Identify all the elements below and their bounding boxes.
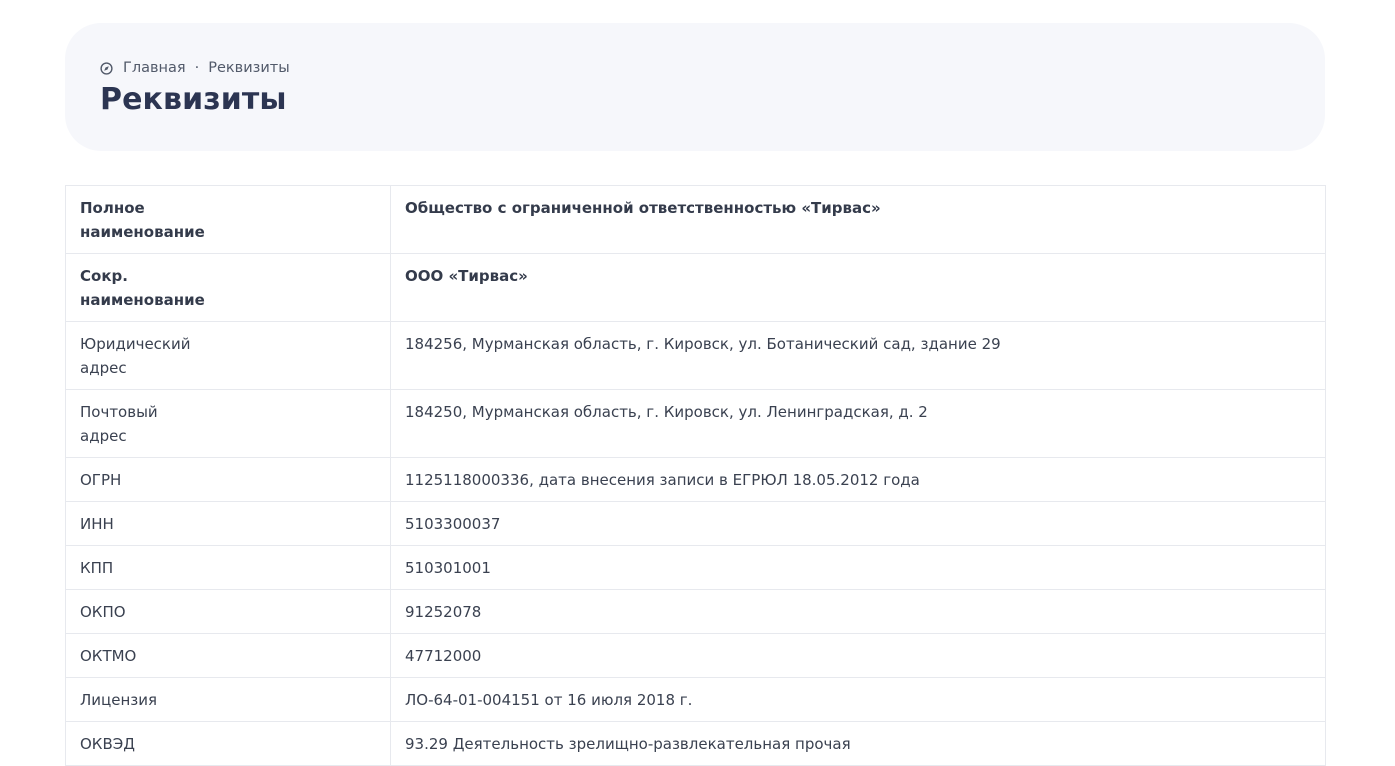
row-label: Лицензия: [65, 677, 391, 722]
row-label: КПП: [65, 545, 391, 590]
row-label: Полное наименование: [65, 185, 391, 254]
page-header: Главная · Реквизиты Реквизиты: [65, 23, 1325, 151]
requisites-table: Полное наименование Общество с ограниченн…: [65, 185, 1326, 766]
row-value: 93.29 Деятельность зрелищно-развлекатель…: [390, 721, 1326, 766]
row-value: 5103300037: [390, 501, 1326, 546]
row-label: Сокр. наименование: [65, 253, 391, 322]
table-row-okved: ОКВЭД 93.29 Деятельность зрелищно-развле…: [65, 721, 1326, 766]
table-row-okpo: ОКПО 91252078: [65, 589, 1326, 634]
table-row-inn: ИНН 5103300037: [65, 501, 1326, 546]
table-row-short-name: Сокр. наименование ООО «Тирвас»: [65, 253, 1326, 322]
table-row-license: Лицензия ЛО-64-01-004151 от 16 июля 2018…: [65, 677, 1326, 722]
breadcrumb-home-link[interactable]: Главная: [123, 60, 186, 76]
table-row-kpp: КПП 510301001: [65, 545, 1326, 590]
row-label: ОКВЭД: [65, 721, 391, 766]
page-title: Реквизиты: [100, 82, 287, 117]
row-value: ООО «Тирвас»: [390, 253, 1326, 322]
requisites-table-container: Полное наименование Общество с ограниченн…: [65, 185, 1326, 766]
row-value: 184250, Мурманская область, г. Кировск, …: [390, 389, 1326, 458]
breadcrumb: Главная · Реквизиты: [100, 59, 1325, 77]
row-value: 510301001: [390, 545, 1326, 590]
row-value: 47712000: [390, 633, 1326, 678]
row-label: ОКТМО: [65, 633, 391, 678]
row-value: 184256, Мурманская область, г. Кировск, …: [390, 321, 1326, 390]
row-label: Юридический адрес: [65, 321, 391, 390]
row-value: Общество с ограниченной ответственностью…: [390, 185, 1326, 254]
breadcrumb-current: Реквизиты: [208, 60, 290, 76]
table-row-full-name: Полное наименование Общество с ограниченн…: [65, 185, 1326, 254]
row-label: Почтовый адрес: [65, 389, 391, 458]
compass-icon[interactable]: [100, 61, 113, 75]
row-label: ОКПО: [65, 589, 391, 634]
table-row-oktmo: ОКТМО 47712000: [65, 633, 1326, 678]
table-row-legal-address: Юридический адрес 184256, Мурманская обла…: [65, 321, 1326, 390]
row-value: 91252078: [390, 589, 1326, 634]
table-row-ogrn: ОГРН 1125118000336, дата внесения записи…: [65, 457, 1326, 502]
breadcrumb-separator: ·: [194, 60, 200, 76]
table-row-postal-address: Почтовый адрес 184250, Мурманская область…: [65, 389, 1326, 458]
row-value: ЛО-64-01-004151 от 16 июля 2018 г.: [390, 677, 1326, 722]
row-value: 1125118000336, дата внесения записи в ЕГ…: [390, 457, 1326, 502]
row-label: ОГРН: [65, 457, 391, 502]
row-label: ИНН: [65, 501, 391, 546]
